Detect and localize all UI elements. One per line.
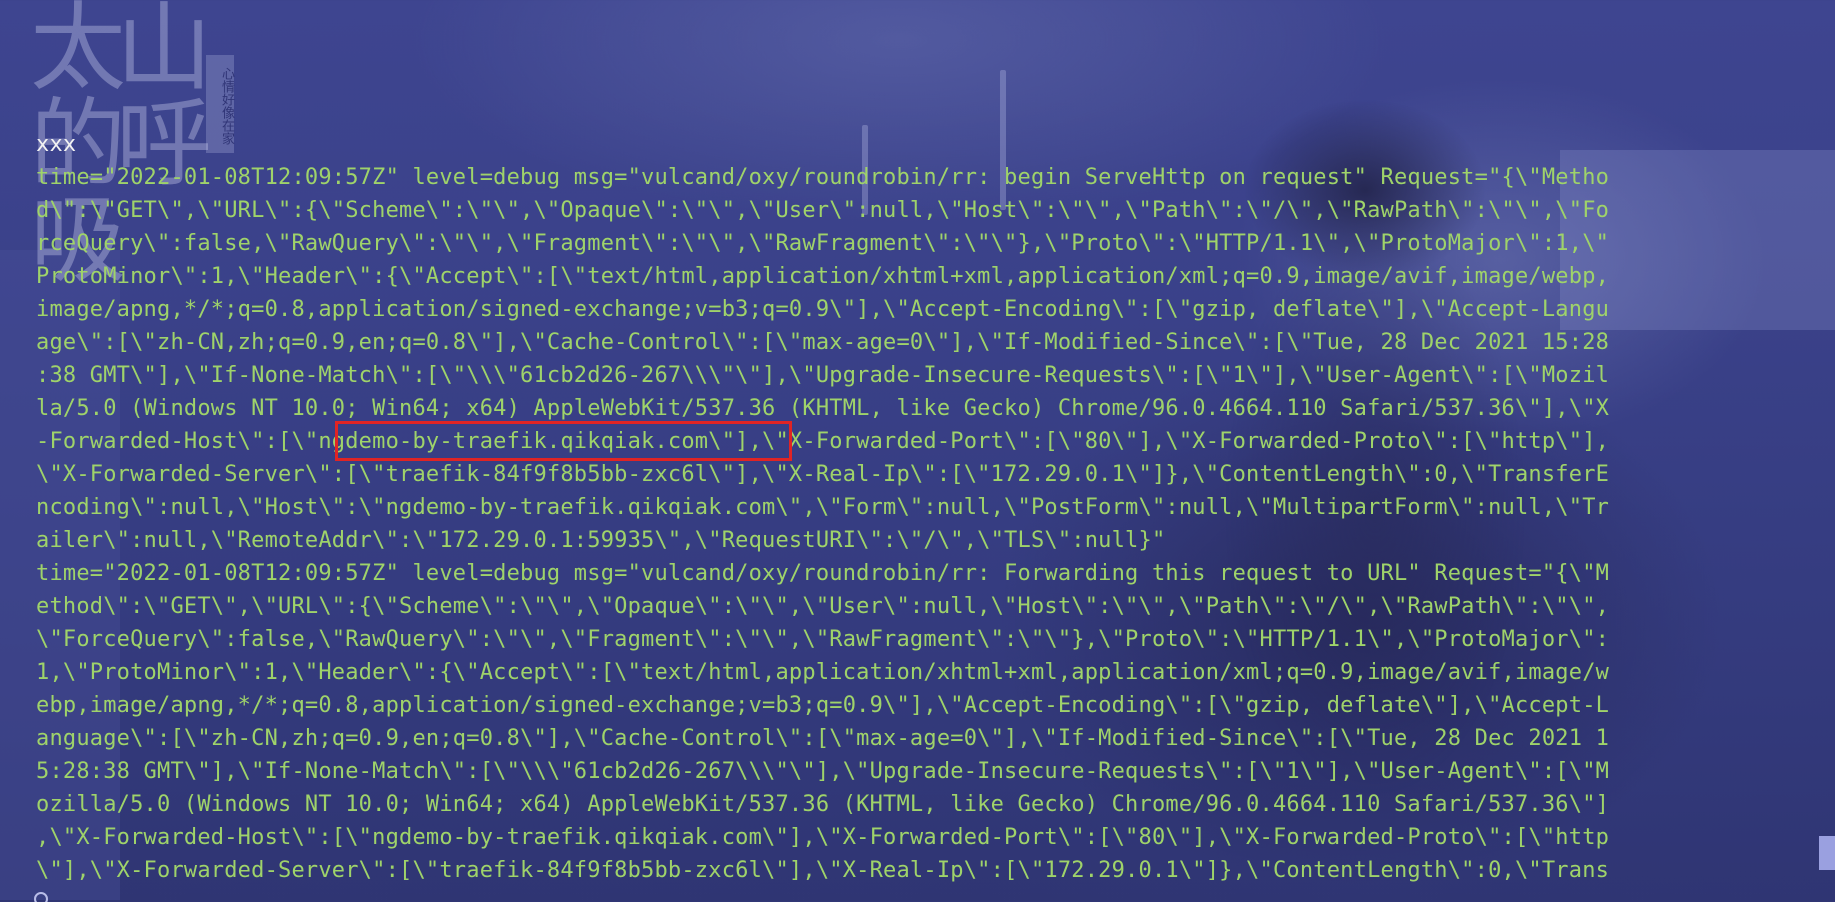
scrollbar-thumb[interactable]	[1819, 836, 1835, 870]
log-line: ,\"X-Forwarded-Host\":[\"ngdemo-by-traef…	[36, 825, 1610, 850]
highlight-annotation-box	[335, 421, 792, 461]
log-line: time="2022-01-08T12:09:57Z" level=debug …	[36, 561, 1610, 586]
log-line: -Forwarded-Host\":[\"ngdemo-by-traefik.q…	[36, 429, 1610, 454]
log-line: :38 GMT\"],\"If-None-Match\":[\"\\\"61cb…	[36, 363, 1610, 388]
log-line: anguage\":[\"zh-CN,zh;q=0.9,en;q=0.8\"],…	[36, 726, 1610, 751]
log-line: \"],\"X-Forwarded-Server\":[\"traefik-84…	[36, 858, 1610, 883]
terminal-first-line: xxx	[36, 132, 77, 157]
log-line: ebp,image/apng,*/*;q=0.8,application/sig…	[36, 693, 1610, 718]
log-line: ncoding\":null,\"Host\":\"ngdemo-by-trae…	[36, 495, 1610, 520]
log-line: ProtoMinor\":1,\"Header\":{\"Accept\":[\…	[36, 264, 1610, 289]
log-line: la/5.0 (Windows NT 10.0; Win64; x64) App…	[36, 396, 1610, 421]
log-line: 5:28:38 GMT\"],\"If-None-Match\":[\"\\\"…	[36, 759, 1610, 784]
log-line: ozilla/5.0 (Windows NT 10.0; Win64; x64)…	[36, 792, 1610, 817]
log-line: \"ForceQuery\":false,\"RawQuery\":\"\",\…	[36, 627, 1610, 652]
prompt-circle-icon	[34, 892, 48, 902]
log-line: image/apng,*/*;q=0.8,application/signed-…	[36, 297, 1610, 322]
log-line: ethod\":\"GET\",\"URL\":{\"Scheme\":\"\"…	[36, 594, 1610, 619]
log-line: d\":\"GET\",\"URL\":{\"Scheme\":\"\",\"O…	[36, 198, 1610, 223]
log-line: ailer\":null,\"RemoteAddr\":\"172.29.0.1…	[36, 528, 1166, 553]
log-line: \"X-Forwarded-Server\":[\"traefik-84f9f8…	[36, 462, 1610, 487]
log-line: age\":[\"zh-CN,zh;q=0.9,en;q=0.8\"],\"Ca…	[36, 330, 1610, 355]
log-line: rceQuery\":false,\"RawQuery\":\"\",\"Fra…	[36, 231, 1610, 256]
log-line: 1,\"ProtoMinor\":1,\"Header\":{\"Accept\…	[36, 660, 1610, 685]
terminal-output: xxx time="2022-01-08T12:09:57Z" level=deb…	[36, 128, 1791, 887]
log-line: time="2022-01-08T12:09:57Z" level=debug …	[36, 165, 1610, 190]
